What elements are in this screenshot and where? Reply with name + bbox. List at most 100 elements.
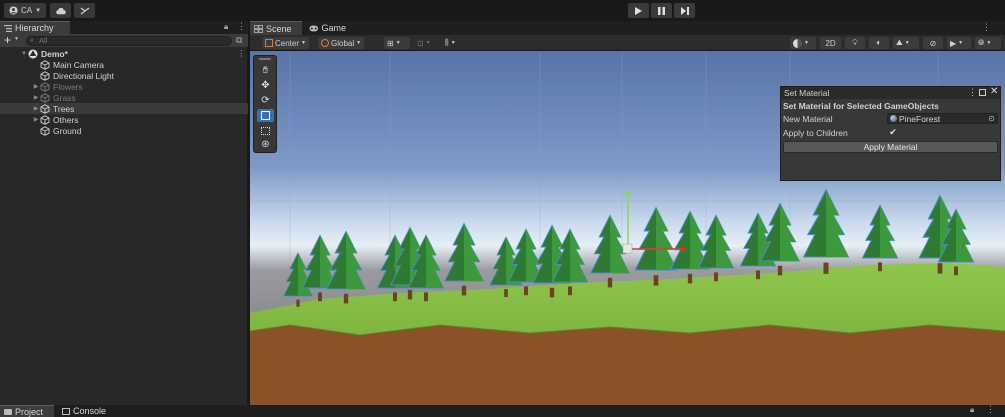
move-tool-button[interactable]: ✥ — [257, 79, 274, 92]
play-icon — [635, 6, 642, 15]
tab-console-label: Console — [72, 406, 106, 416]
expand-arrow-icon[interactable]: ▶ — [32, 94, 40, 101]
hand-tool-button[interactable]: ✋︎ — [257, 64, 274, 77]
expand-arrow-icon[interactable]: ▶ — [32, 83, 40, 90]
chevron-down-icon: ▼ — [958, 40, 964, 46]
camera-dropdown[interactable]: ▶︎ ▼ — [947, 37, 971, 49]
new-material-field[interactable]: PineForest ⊙ — [887, 113, 998, 124]
hierarchy-item-flowers[interactable]: ▶ Flowers — [0, 81, 248, 92]
gamepad-icon — [309, 25, 319, 31]
step-button[interactable] — [674, 3, 695, 18]
hierarchy-item-label: Directional Light — [53, 70, 114, 81]
add-button[interactable]: + — [4, 33, 11, 47]
filter-icon[interactable]: ⧉ — [236, 35, 242, 46]
chevron-down-icon: ▼ — [804, 40, 809, 46]
bottom-tabbar: Project Console 🔒︎ ⋮ — [0, 404, 1005, 417]
hierarchy-item-label: Trees — [53, 103, 75, 114]
align-button[interactable]: ⫼ ▼ — [442, 37, 466, 49]
speaker-icon: 🔈︎ — [876, 38, 882, 47]
tab-console[interactable]: Console — [58, 405, 110, 417]
shading-mode-button[interactable]: ▼ — [790, 37, 816, 49]
set-material-window: Set Material ⋮ ✕ Set Material for Select… — [780, 86, 1001, 181]
lock-icon[interactable]: 🔒︎ — [970, 405, 974, 415]
hand-icon: ✋︎ — [262, 65, 269, 76]
chevron-down-icon: ▼ — [395, 40, 401, 46]
tab-scene[interactable]: Scene — [250, 21, 302, 35]
hierarchy-item-others[interactable]: ▶ Others — [0, 114, 248, 125]
hierarchy-tabbar: Hierarchy 🔒︎ ⋮ — [0, 21, 248, 34]
tab-game[interactable]: Game — [305, 21, 350, 35]
step-icon — [680, 6, 689, 15]
hierarchy-item-directional-light[interactable]: Directional Light — [0, 70, 248, 81]
set-material-titlebar[interactable]: Set Material ⋮ ✕ — [781, 86, 1000, 99]
hierarchy-item-label: Others — [53, 114, 79, 125]
close-icon[interactable]: ✕ — [990, 86, 998, 97]
chevron-down-icon: ▼ — [35, 7, 42, 14]
lock-icon[interactable]: 🔒︎ — [224, 22, 228, 32]
account-label: CA — [20, 6, 33, 15]
apply-children-checkbox[interactable]: ✔ — [888, 127, 898, 137]
chevron-down-icon: ▼ — [425, 40, 431, 46]
transform-tool-button[interactable]: ⊛ — [257, 138, 274, 151]
hierarchy-item-trees[interactable]: ▶ Trees — [0, 103, 248, 114]
maximize-icon[interactable] — [979, 89, 986, 96]
chevron-down-icon: ▼ — [986, 40, 992, 46]
window-heading: Set Material for Selected GameObjects — [783, 101, 939, 111]
align-icon: ⫼ — [445, 38, 449, 47]
tab-game-label: Game — [321, 23, 346, 33]
effects-icon: ⛰︎ — [896, 38, 903, 47]
effects-dropdown[interactable]: ⛰︎ ▼ — [893, 37, 919, 49]
scale-tool-button[interactable] — [257, 109, 274, 122]
hierarchy-item-grass[interactable]: ▶ Grass — [0, 92, 248, 103]
window-title: Set Material — [784, 88, 830, 98]
object-picker-icon[interactable]: ⊙ — [988, 114, 995, 123]
toggle-2d-label: 2D — [825, 38, 836, 48]
play-button[interactable] — [628, 3, 649, 18]
account-dropdown[interactable]: CA ▼ — [4, 3, 46, 18]
pause-button[interactable] — [651, 3, 672, 18]
dirt-terrain — [250, 325, 1005, 405]
palette-drag-handle[interactable] — [259, 58, 271, 60]
list-icon — [4, 24, 12, 32]
grid-snap-button[interactable]: ⊞ ▼ — [384, 37, 410, 49]
move-arrows-icon: ✥ — [261, 80, 270, 91]
increment-snap-button[interactable]: ⊡ ▼ — [414, 37, 438, 49]
hidden-objects-toggle[interactable]: ⊘ — [923, 37, 943, 49]
expand-arrow-icon[interactable]: ▼ — [20, 51, 28, 57]
hierarchy-item-label: Ground — [53, 125, 82, 136]
chevron-down-icon[interactable]: ▼ — [14, 36, 19, 42]
hierarchy-item-demo[interactable]: ▼ Demo* ⋮ — [0, 48, 248, 59]
kebab-menu-icon[interactable]: ⋮ — [986, 404, 995, 415]
lighting-toggle[interactable]: 💡︎ — [845, 37, 865, 49]
hierarchy-item-main-camera[interactable]: Main Camera — [0, 59, 248, 70]
chevron-down-icon: ▼ — [904, 40, 910, 46]
kebab-menu-icon[interactable]: ⋮ — [237, 21, 246, 32]
transform-icon: ⊛ — [261, 139, 270, 150]
tab-project[interactable]: Project — [0, 405, 54, 417]
pivot-mode-dropdown[interactable]: Center ▼ — [262, 37, 309, 49]
main-toolbar: CA ▼ — [0, 0, 1005, 21]
scene-toolbar: Center ▼ Global ▼ ⊞▼ ⊡▼ ⫼▼ ▼ 2D 💡︎ 🔈︎ — [250, 35, 1005, 51]
audio-toggle[interactable]: 🔈︎ — [869, 37, 889, 49]
cloud-button[interactable] — [50, 3, 71, 18]
hierarchy-search-input[interactable]: ⌕ All — [26, 36, 232, 46]
kebab-menu-icon[interactable]: ⋮ — [982, 22, 991, 33]
rotate-tool-button[interactable]: ⟳ — [257, 94, 274, 107]
kebab-menu-icon[interactable]: ⋮ — [237, 48, 246, 59]
new-material-value: PineForest — [899, 113, 941, 124]
expand-arrow-icon[interactable]: ▶ — [32, 105, 40, 112]
hierarchy-item-ground[interactable]: Ground — [0, 125, 248, 136]
kebab-menu-icon[interactable]: ⋮ — [968, 87, 977, 98]
rect-tool-button[interactable] — [257, 124, 274, 137]
pivot-rotation-dropdown[interactable]: Global ▼ — [318, 37, 365, 49]
grid-snap-icon: ⊞ — [387, 38, 394, 48]
scene-grid-icon — [254, 24, 263, 33]
apply-material-button[interactable]: Apply Material — [783, 141, 998, 153]
shading-sphere-icon — [793, 38, 802, 48]
eye-slash-icon: ⊘ — [929, 38, 937, 48]
toggle-2d-button[interactable]: 2D — [820, 37, 841, 49]
gizmos-dropdown[interactable]: 🌐︎ ▼ — [975, 37, 1001, 49]
gameobject-cube-icon — [40, 92, 50, 103]
expand-arrow-icon[interactable]: ▶ — [32, 116, 40, 123]
collab-button[interactable] — [74, 3, 95, 18]
